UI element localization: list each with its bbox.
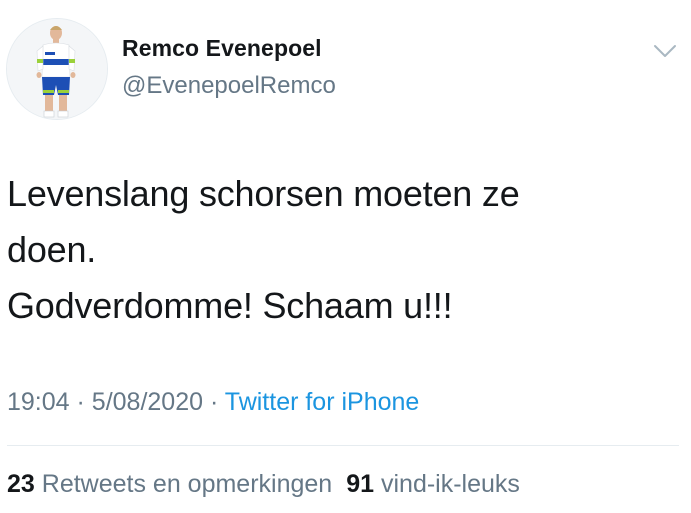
- retweets-count: 23: [7, 470, 35, 498]
- tweet-text: Levenslang schorsen moeten ze doen. Godv…: [7, 166, 667, 334]
- tweet-date[interactable]: 5/08/2020: [92, 388, 203, 416]
- likes-stat[interactable]: 91 vind-ik-leuks: [346, 470, 520, 498]
- likes-count: 91: [346, 470, 375, 498]
- tweet-time[interactable]: 19:04: [7, 388, 70, 416]
- author-handle[interactable]: @EvenepoelRemco: [122, 72, 336, 100]
- tweet-card: Remco Evenepoel @EvenepoelRemco Levensla…: [0, 0, 691, 513]
- divider: [7, 445, 679, 446]
- author-name[interactable]: Remco Evenepoel: [122, 35, 322, 62]
- chevron-down-icon[interactable]: [652, 42, 678, 60]
- likes-label: vind-ik-leuks: [380, 470, 520, 498]
- tweet-text-line: Levenslang schorsen moeten ze: [7, 173, 520, 214]
- meta-separator: ·: [76, 388, 85, 416]
- tweet-stats: 23 Retweets en opmerkingen 91 vind-ik-leu…: [7, 470, 520, 499]
- retweets-stat[interactable]: 23 Retweets en opmerkingen: [7, 470, 332, 498]
- cyclist-photo: [7, 19, 107, 119]
- tweet-source-link[interactable]: Twitter for iPhone: [225, 388, 420, 416]
- avatar[interactable]: [6, 18, 108, 120]
- retweets-label: Retweets en opmerkingen: [41, 470, 333, 498]
- tweet-meta: 19:04 · 5/08/2020 · Twitter for iPhone: [7, 388, 419, 417]
- meta-separator: ·: [209, 388, 219, 416]
- tweet-text-line: doen.: [7, 229, 97, 270]
- tweet-text-line: Godverdomme! Schaam u!!!: [7, 285, 453, 326]
